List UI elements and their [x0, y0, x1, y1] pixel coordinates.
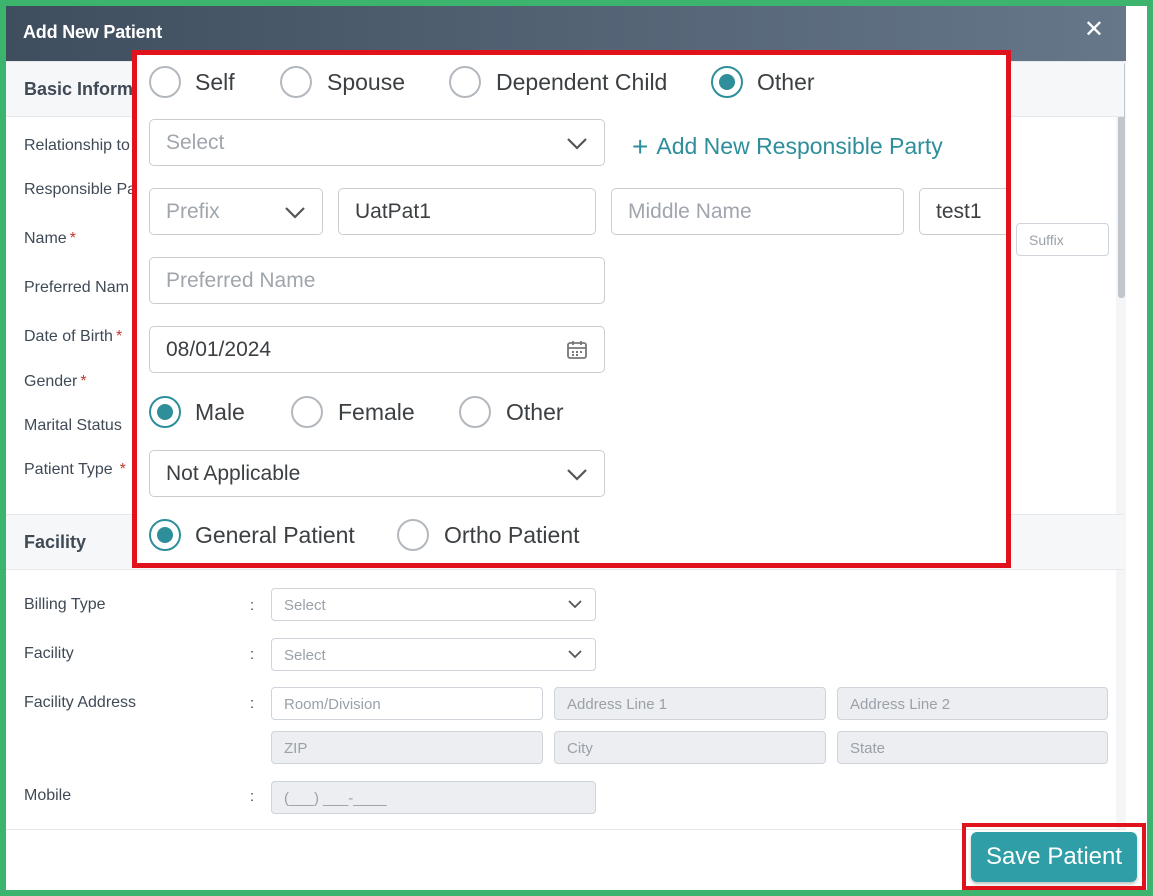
calendar-icon[interactable]	[566, 339, 588, 361]
billing-type-label: Billing Type	[24, 596, 106, 613]
first-name-input[interactable]: UatPat1	[338, 188, 596, 235]
radio-female-label: Female	[338, 399, 415, 425]
required-marker: *	[69, 230, 76, 247]
colon: :	[250, 646, 255, 663]
zip-input: ZIP	[271, 731, 543, 764]
radio-gender-other-label: Other	[506, 399, 564, 425]
radio-self-label: Self	[195, 69, 235, 95]
mobile-input: (___) ___-____	[271, 781, 596, 814]
patient-type-label: Patient Type *	[24, 461, 126, 478]
room-division-input[interactable]: Room/Division	[271, 687, 543, 720]
required-marker: *	[80, 373, 87, 390]
chevron-down-icon	[568, 650, 582, 659]
required-marker: *	[115, 328, 123, 345]
plus-icon: +	[632, 131, 649, 162]
facility-title: Facility	[24, 532, 87, 552]
mobile-label: Mobile	[24, 787, 72, 804]
radio-ortho-patient-label: Ortho Patient	[444, 522, 580, 548]
chevron-down-icon	[567, 469, 587, 481]
radio-dependent-child[interactable]	[449, 66, 481, 98]
marital-status-select[interactable]: Not Applicable	[149, 450, 605, 497]
dob-label: Date of Birth *	[24, 328, 123, 345]
city-input: City	[554, 731, 826, 764]
name-label: Name *	[24, 230, 76, 247]
address-line1-input: Address Line 1	[554, 687, 826, 720]
radio-other-relationship[interactable]	[711, 66, 743, 98]
last-name-input[interactable]: test1	[919, 188, 1006, 235]
zoomed-basic-info-panel: Self Spouse Dependent Child Other Select…	[132, 50, 1011, 568]
chevron-down-icon	[567, 138, 587, 150]
preferred-name-label: Preferred Nam	[24, 279, 129, 296]
relationship-label: Relationship to	[24, 137, 130, 154]
middle-name-input[interactable]: Middle Name	[611, 188, 904, 235]
facility-address-label: Facility Address	[24, 694, 137, 711]
facility-label: Facility	[24, 645, 74, 662]
radio-ortho-patient[interactable]	[397, 519, 429, 551]
address-line2-input: Address Line 2	[837, 687, 1108, 720]
radio-male[interactable]	[149, 396, 181, 428]
close-icon[interactable]: ✕	[1084, 18, 1104, 42]
chevron-down-icon	[568, 600, 582, 609]
basic-info-title: Basic Inform	[24, 79, 134, 99]
state-input: State	[837, 731, 1108, 764]
radio-general-patient-label: General Patient	[195, 522, 355, 548]
chevron-down-icon	[285, 207, 305, 219]
prefix-select[interactable]: Prefix	[149, 188, 323, 235]
gender-label: Gender *	[24, 373, 87, 390]
radio-spouse[interactable]	[280, 66, 312, 98]
radio-female[interactable]	[291, 396, 323, 428]
colon: :	[250, 788, 255, 805]
radio-male-label: Male	[195, 399, 245, 425]
facility-select[interactable]: Select	[271, 638, 596, 671]
dob-input[interactable]: 08/01/2024	[149, 326, 605, 373]
required-marker: *	[119, 461, 126, 478]
radio-dependent-child-label: Dependent Child	[496, 69, 668, 95]
radio-spouse-label: Spouse	[327, 69, 406, 95]
suffix-input[interactable]: Suffix	[1016, 223, 1109, 256]
marital-status-label: Marital Status	[24, 417, 122, 434]
colon: :	[250, 597, 255, 614]
responsible-party-label: Responsible Pa	[24, 181, 137, 198]
save-patient-button[interactable]: Save Patient	[971, 832, 1137, 882]
radio-self[interactable]	[149, 66, 181, 98]
colon: :	[250, 695, 255, 712]
right-gutter	[1126, 6, 1147, 890]
add-responsible-party-link[interactable]: + Add New Responsible Party	[632, 131, 943, 163]
billing-type-select[interactable]: Select	[271, 588, 596, 621]
responsible-party-select[interactable]: Select	[149, 119, 605, 166]
radio-other-relationship-label: Other	[757, 69, 815, 95]
preferred-name-input[interactable]: Preferred Name	[149, 257, 605, 304]
dialog-title: Add New Patient	[23, 22, 163, 42]
radio-general-patient[interactable]	[149, 519, 181, 551]
footer-divider	[6, 829, 1126, 830]
radio-gender-other[interactable]	[459, 396, 491, 428]
